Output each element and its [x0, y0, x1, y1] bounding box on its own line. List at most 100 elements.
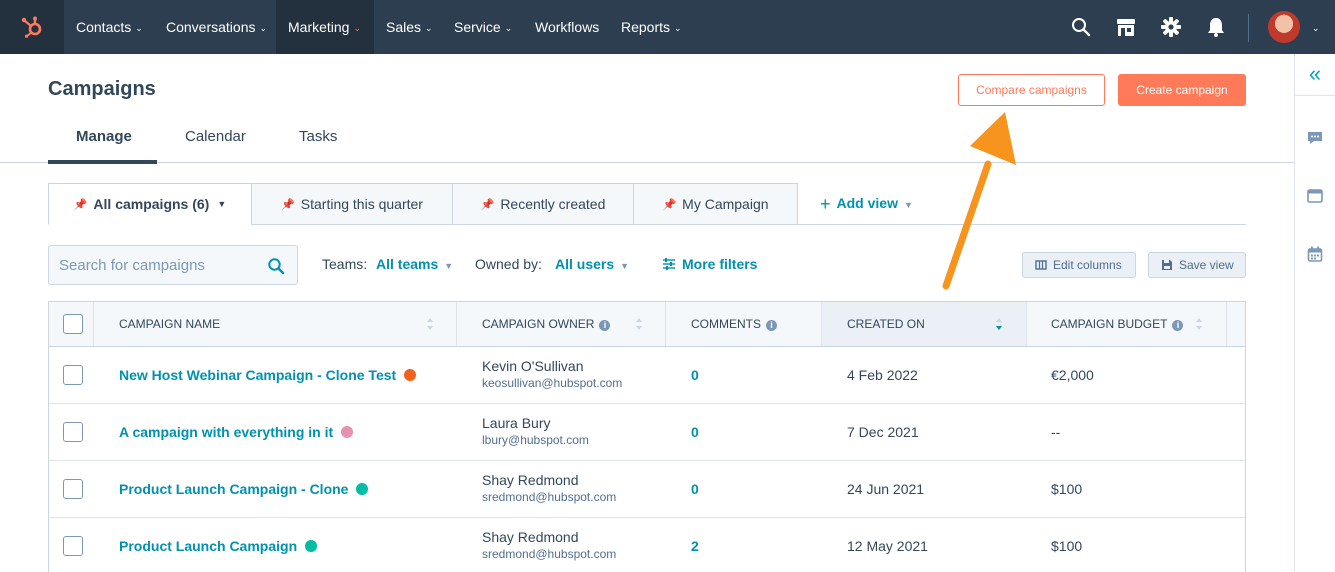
view-tab-recently-created[interactable]: 📌 Recently created: [452, 183, 634, 225]
teams-filter-label: Teams:: [322, 256, 368, 272]
nav-workflows[interactable]: Workflows: [523, 0, 611, 54]
tab-tasks[interactable]: Tasks: [299, 128, 337, 145]
created-on-cell: 4 Feb 2022: [847, 367, 918, 383]
nav-sales[interactable]: Sales ⌄: [374, 0, 445, 54]
notifications-icon[interactable]: [1205, 16, 1227, 38]
table-header: CAMPAIGN NAME CAMPAIGN OWNER i COMMENTS i …: [49, 302, 1245, 347]
campaign-name-link[interactable]: Product Launch Campaign - Clone: [119, 481, 348, 497]
row-checkbox[interactable]: [63, 422, 83, 442]
owner-name: Shay Redmond: [482, 529, 579, 545]
column-divider: [821, 302, 822, 346]
marketplace-icon[interactable]: [1115, 16, 1137, 38]
column-header-comments[interactable]: COMMENTS i: [691, 302, 777, 346]
table-row[interactable]: Product Launch Campaign Shay Redmond sre…: [49, 518, 1245, 572]
more-filters-button[interactable]: More filters: [662, 256, 757, 272]
campaign-owner-cell: Kevin O'Sullivan keosullivan@hubspot.com: [482, 358, 622, 390]
chevron-down-icon[interactable]: ⌄: [1312, 0, 1320, 56]
chat-icon[interactable]: [1307, 130, 1323, 146]
row-checkbox[interactable]: [63, 479, 83, 499]
table-row[interactable]: A campaign with everything in it Laura B…: [49, 404, 1245, 461]
campaign-budget-cell: €2,000: [1051, 367, 1094, 383]
campaign-name-link[interactable]: New Host Webinar Campaign - Clone Test: [119, 367, 396, 383]
search-icon[interactable]: [1070, 16, 1092, 38]
campaign-name-link[interactable]: Product Launch Campaign: [119, 538, 297, 554]
campaign-owner-cell: Shay Redmond sredmond@hubspot.com: [482, 529, 616, 561]
comments-count-link[interactable]: 2: [691, 538, 699, 554]
campaign-budget-cell: $100: [1051, 538, 1083, 554]
view-tab-label: Recently created: [500, 196, 606, 212]
column-header-campaign-budget[interactable]: CAMPAIGN BUDGET i: [1051, 302, 1184, 346]
info-icon[interactable]: i: [766, 320, 777, 331]
search-input[interactable]: Search for campaigns: [48, 245, 298, 285]
owner-email: sredmond@hubspot.com: [482, 490, 617, 504]
table-row[interactable]: New Host Webinar Campaign - Clone Test K…: [49, 347, 1245, 404]
select-all-checkbox[interactable]: [63, 314, 83, 334]
view-tab-starting-this-quarter[interactable]: 📌 Starting this quarter: [251, 183, 453, 225]
campaign-name-cell[interactable]: Product Launch Campaign: [119, 538, 318, 554]
user-avatar[interactable]: [1268, 11, 1300, 43]
column-header-campaign-name[interactable]: CAMPAIGN NAME: [119, 302, 220, 346]
active-tab-indicator: [48, 160, 157, 164]
pin-icon: 📌: [281, 198, 295, 211]
page-title: Campaigns: [48, 78, 156, 100]
row-checkbox[interactable]: [63, 536, 83, 556]
hubspot-logo-icon[interactable]: [0, 0, 64, 54]
save-view-button[interactable]: Save view: [1148, 252, 1246, 278]
sort-descending-icon[interactable]: [995, 317, 1003, 331]
owner-name: Kevin O'Sullivan: [482, 358, 584, 374]
nav-reports[interactable]: Reports ⌄: [609, 0, 694, 54]
nav-marketing[interactable]: Marketing ⌄: [276, 0, 374, 54]
search-icon[interactable]: [267, 257, 285, 275]
view-tab-my-campaign[interactable]: 📌 My Campaign: [633, 183, 798, 225]
campaign-color-dot: [341, 426, 354, 438]
campaign-name-link[interactable]: A campaign with everything in it: [119, 424, 333, 440]
collapse-sidebar-icon[interactable]: «: [1295, 54, 1335, 96]
nav-conversations[interactable]: Conversations ⌄: [154, 0, 279, 54]
search-placeholder: Search for campaigns: [59, 257, 205, 274]
owner-filter-dropdown[interactable]: All users ▼: [555, 256, 629, 272]
sort-icon[interactable]: [426, 317, 434, 331]
tab-calendar[interactable]: Calendar: [185, 128, 246, 145]
sort-icon[interactable]: [1195, 317, 1203, 331]
comments-count-link[interactable]: 0: [691, 481, 699, 497]
pin-icon: 📌: [480, 198, 495, 211]
save-icon: [1162, 260, 1172, 270]
column-divider: [1226, 302, 1227, 346]
column-header-campaign-owner[interactable]: CAMPAIGN OWNER i: [482, 302, 611, 346]
calendar-icon[interactable]: [1307, 246, 1323, 262]
campaign-name-cell[interactable]: A campaign with everything in it: [119, 424, 354, 440]
view-tab-all-campaigns[interactable]: 📌 All campaigns (6) ▼: [48, 183, 252, 225]
campaign-name-cell[interactable]: Product Launch Campaign - Clone: [119, 481, 369, 497]
info-icon[interactable]: i: [1172, 320, 1184, 331]
top-navigation: Contacts ⌄ Conversations ⌄ Marketing ⌄ Sale…: [0, 0, 1335, 54]
caret-down-icon[interactable]: ▼: [217, 199, 226, 209]
teams-filter-dropdown[interactable]: All teams ▼: [376, 256, 453, 272]
created-on-cell: 7 Dec 2021: [847, 424, 919, 440]
comments-count-link[interactable]: 0: [691, 367, 699, 383]
campaign-owner-cell: Laura Bury lbury@hubspot.com: [482, 415, 589, 447]
nav-divider: [1248, 14, 1249, 42]
campaign-budget-cell: --: [1051, 424, 1061, 440]
row-checkbox[interactable]: [63, 365, 83, 385]
campaign-name-cell[interactable]: New Host Webinar Campaign - Clone Test: [119, 367, 417, 383]
view-tab-label: Starting this quarter: [300, 196, 423, 212]
table-row[interactable]: Product Launch Campaign - Clone Shay Red…: [49, 461, 1245, 518]
add-view-button[interactable]: + Add view ▼: [820, 194, 913, 215]
create-campaign-button[interactable]: Create campaign: [1118, 74, 1246, 106]
campaign-budget-cell: $100: [1051, 481, 1083, 497]
comments-count-link[interactable]: 0: [691, 424, 699, 440]
window-icon[interactable]: [1307, 188, 1323, 204]
nav-service[interactable]: Service ⌄: [442, 0, 524, 54]
campaign-color-dot: [404, 369, 417, 381]
nav-contacts[interactable]: Contacts ⌄: [64, 0, 155, 54]
sort-icon[interactable]: [635, 317, 643, 331]
column-header-created-on[interactable]: CREATED ON: [847, 302, 925, 346]
filter-sliders-icon: [663, 258, 675, 270]
created-on-cell: 24 Jun 2021: [847, 481, 925, 497]
column-divider: [456, 302, 457, 346]
settings-icon[interactable]: [1160, 16, 1182, 38]
pin-icon: 📌: [662, 198, 677, 211]
column-divider: [665, 302, 666, 346]
tab-manage[interactable]: Manage: [76, 128, 132, 145]
info-icon[interactable]: i: [599, 320, 611, 331]
